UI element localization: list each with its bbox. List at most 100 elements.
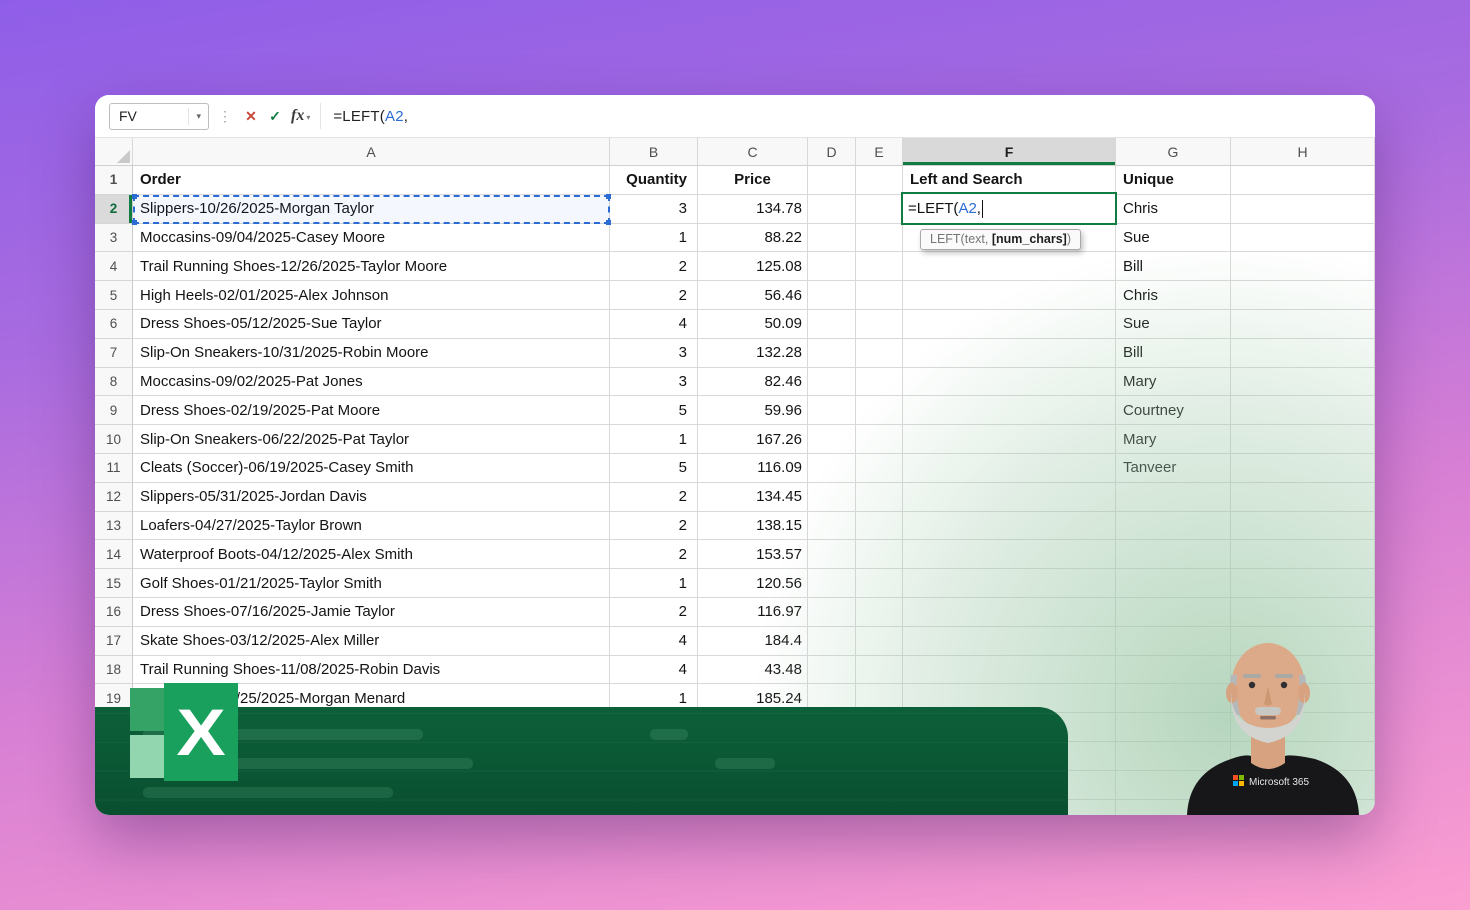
cell-unique[interactable]: Chris [1116, 195, 1231, 224]
name-box[interactable]: FV ▾ [109, 103, 209, 130]
header-left-and-search[interactable]: Left and Search [903, 166, 1116, 195]
cell-order[interactable]: Cleats (Soccer)-06/19/2025-Casey Smith [133, 454, 610, 483]
select-all-corner[interactable] [95, 138, 133, 165]
cell-e[interactable] [856, 540, 903, 569]
cell-unique[interactable]: Sue [1116, 310, 1231, 339]
cell-quantity[interactable]: 2 [610, 281, 698, 310]
cell-price[interactable]: 50.09 [698, 310, 808, 339]
cell-e[interactable] [856, 195, 903, 224]
row-number[interactable]: 9 [95, 396, 133, 425]
cell-quantity[interactable]: 2 [610, 512, 698, 541]
row-number[interactable]: 8 [95, 368, 133, 397]
cell-e[interactable] [856, 396, 903, 425]
cell-e[interactable] [856, 310, 903, 339]
row-number[interactable]: 17 [95, 627, 133, 656]
formula-input[interactable]: =LEFT(A2, [333, 108, 408, 125]
row-number[interactable]: 1 [95, 166, 133, 195]
cell-e[interactable] [856, 166, 903, 195]
cell-order[interactable]: Waterproof Boots-04/12/2025-Alex Smith [133, 540, 610, 569]
cell-order[interactable]: High Heels-02/01/2025-Alex Johnson [133, 281, 610, 310]
cell-d[interactable] [808, 569, 856, 598]
cell-price[interactable]: 184.4 [698, 627, 808, 656]
cell-price[interactable]: 56.46 [698, 281, 808, 310]
cell-unique[interactable] [1116, 483, 1231, 512]
col-header-a[interactable]: A [133, 138, 610, 165]
cell-h[interactable] [1231, 483, 1375, 512]
row-number[interactable]: 6 [95, 310, 133, 339]
cell-e[interactable] [856, 339, 903, 368]
cell-price[interactable]: 120.56 [698, 569, 808, 598]
cell-order[interactable]: Dress Shoes-02/19/2025-Pat Moore [133, 396, 610, 425]
cell-left-and-search[interactable] [903, 368, 1116, 397]
row-number[interactable]: 2 [95, 195, 133, 224]
cell-quantity[interactable]: 5 [610, 454, 698, 483]
cell-price[interactable]: 134.45 [698, 483, 808, 512]
cell-unique[interactable] [1116, 540, 1231, 569]
cell[interactable] [1116, 713, 1231, 742]
cell[interactable] [1231, 800, 1375, 815]
cell-price[interactable]: 59.96 [698, 396, 808, 425]
cell[interactable] [1231, 742, 1375, 771]
cell-order[interactable]: Dress Shoes-05/12/2025-Sue Taylor [133, 310, 610, 339]
cell-d[interactable] [808, 310, 856, 339]
col-header-b[interactable]: B [610, 138, 698, 165]
col-header-d[interactable]: D [808, 138, 856, 165]
cell-order[interactable]: Trail Running Shoes-12/26/2025-Taylor Mo… [133, 252, 610, 281]
col-header-f[interactable]: F [903, 138, 1116, 165]
cell-price[interactable]: 82.46 [698, 368, 808, 397]
cell-quantity[interactable]: 4 [610, 656, 698, 685]
cell-quantity[interactable]: 3 [610, 368, 698, 397]
cell-d[interactable] [808, 252, 856, 281]
cell-h[interactable] [1231, 281, 1375, 310]
confirm-icon[interactable]: ✓ [263, 108, 287, 125]
cell-quantity[interactable]: 4 [610, 310, 698, 339]
cell-h[interactable] [1231, 656, 1375, 685]
cell-left-and-search[interactable] [903, 656, 1116, 685]
cell-h[interactable] [1231, 252, 1375, 281]
row-number[interactable]: 15 [95, 569, 133, 598]
cell-d[interactable] [808, 627, 856, 656]
cell-h[interactable] [1231, 195, 1375, 224]
cell-price[interactable]: 153.57 [698, 540, 808, 569]
cell-left-and-search[interactable] [903, 483, 1116, 512]
cell-left-and-search[interactable] [903, 512, 1116, 541]
cell-quantity[interactable]: 1 [610, 425, 698, 454]
cell-e[interactable] [856, 569, 903, 598]
header-unique[interactable]: Unique [1116, 166, 1231, 195]
cell-h[interactable] [1231, 310, 1375, 339]
cell-order[interactable]: Moccasins-09/02/2025-Pat Jones [133, 368, 610, 397]
cell-h[interactable] [1231, 569, 1375, 598]
row-number[interactable]: 3 [95, 224, 133, 253]
cancel-icon[interactable]: ✕ [239, 108, 263, 125]
cell-e[interactable] [856, 656, 903, 685]
cell[interactable] [1231, 771, 1375, 800]
cell-d[interactable] [808, 195, 856, 224]
cell-quantity[interactable]: 3 [610, 195, 698, 224]
cell-unique[interactable]: Mary [1116, 368, 1231, 397]
cell-h[interactable] [1231, 684, 1375, 713]
row-number[interactable]: 16 [95, 598, 133, 627]
cell-h[interactable] [1231, 598, 1375, 627]
cell-h[interactable] [1231, 540, 1375, 569]
cell-h[interactable] [1231, 339, 1375, 368]
row-number[interactable]: 11 [95, 454, 133, 483]
cell-left-and-search[interactable] [903, 540, 1116, 569]
cell-unique[interactable]: Sue [1116, 224, 1231, 253]
cell-order[interactable]: Skate Shoes-03/12/2025-Alex Miller [133, 627, 610, 656]
cell-unique[interactable]: Courtney [1116, 396, 1231, 425]
row-number[interactable]: 7 [95, 339, 133, 368]
cell-quantity[interactable]: 4 [610, 627, 698, 656]
cell-quantity[interactable]: 1 [610, 224, 698, 253]
cell-price[interactable]: 88.22 [698, 224, 808, 253]
cell-d[interactable] [808, 540, 856, 569]
cell-order[interactable]: Loafers-04/27/2025-Taylor Brown [133, 512, 610, 541]
row-number[interactable]: 4 [95, 252, 133, 281]
row-number[interactable]: 5 [95, 281, 133, 310]
cell-e[interactable] [856, 598, 903, 627]
header-quantity[interactable]: Quantity [610, 166, 698, 195]
cell-d[interactable] [808, 425, 856, 454]
cell-quantity[interactable]: 2 [610, 540, 698, 569]
cell-d[interactable] [808, 656, 856, 685]
cell-price[interactable]: 43.48 [698, 656, 808, 685]
cell-unique[interactable]: Chris [1116, 281, 1231, 310]
